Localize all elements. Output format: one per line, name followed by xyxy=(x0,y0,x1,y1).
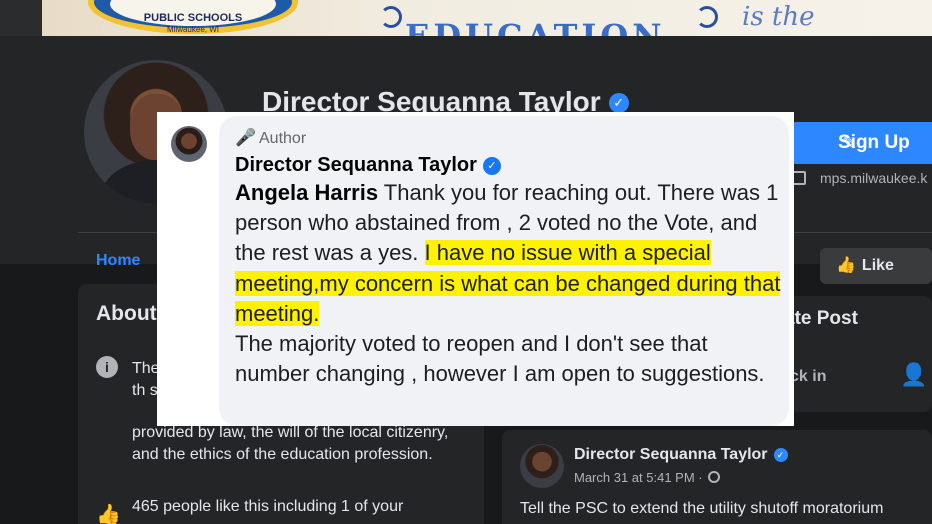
school-logo-text: PUBLIC SCHOOLS xyxy=(143,12,243,24)
swirl-icon xyxy=(380,6,402,28)
author-tag: 🎤 Author xyxy=(235,128,306,148)
website-url: mps.milwaukee.k xyxy=(820,170,928,186)
verified-badge-icon: ✓ xyxy=(773,448,788,462)
cover-banner-word: EDUCATION xyxy=(405,17,666,36)
like-page-button[interactable]: 👍 Like xyxy=(820,248,932,284)
post-author-name: Director Sequanna Taylor xyxy=(574,446,768,463)
cover-photo: PUBLIC SCHOOLS Milwaukee, WI EDUCATION i… xyxy=(0,0,932,36)
sign-up-button[interactable]: ✎ Sign Up xyxy=(790,122,932,164)
comment-bubble: 🎤 Author Director Sequanna Taylor ✓ Angela… xyxy=(219,116,789,426)
likes-count[interactable]: 465 people like this including 1 of your xyxy=(132,498,403,516)
post-time-text: March 31 at 5:41 PM · xyxy=(574,470,703,485)
comment-author: Director Sequanna Taylor ✓ xyxy=(235,154,501,177)
school-logo-inner: PUBLIC SCHOOLS Milwaukee, WI xyxy=(110,0,276,34)
website-link[interactable]: mps.milwaukee.k xyxy=(792,170,927,186)
globe-icon xyxy=(708,471,721,483)
pencil-icon: ✎ xyxy=(842,133,858,153)
check-in-button[interactable]: ck in xyxy=(790,368,826,386)
verified-badge-icon: ✓ xyxy=(482,157,501,175)
school-logo: PUBLIC SCHOOLS Milwaukee, WI xyxy=(88,0,298,34)
author-tag-label: Author xyxy=(259,130,307,147)
thumbs-up-icon: 👍 xyxy=(836,257,856,274)
avatar xyxy=(171,126,207,162)
comment-author-name: Director Sequanna Taylor xyxy=(235,154,477,176)
mention: Angela Harris xyxy=(235,180,379,205)
comment-screenshot: 🎤 Author Director Sequanna Taylor ✓ Angela… xyxy=(157,112,794,426)
post-timestamp[interactable]: March 31 at 5:41 PM · xyxy=(574,470,721,485)
about-title: About xyxy=(96,302,157,325)
post-text: Tell the PSC to extend the utility shuto… xyxy=(520,500,884,517)
post-author[interactable]: Director Sequanna Taylor ✓ xyxy=(574,446,788,464)
info-icon: i xyxy=(96,356,118,378)
comment-text-after: The majority voted to reopen and I don't… xyxy=(235,331,765,387)
tab-home-label: Home xyxy=(96,252,141,269)
avatar[interactable] xyxy=(520,444,564,488)
external-link-icon xyxy=(792,171,806,185)
tag-people-icon[interactable]: 👤 xyxy=(900,362,927,388)
post-card: Director Sequanna Taylor ✓ March 31 at 5:… xyxy=(502,430,932,524)
about-description: provided by law, the will of the local c… xyxy=(132,424,449,463)
create-post-title: ate Post xyxy=(784,308,858,329)
comment-text: Angela Harris Thank you for reaching out… xyxy=(235,178,781,389)
microphone-icon: 🎤 xyxy=(235,128,257,147)
verified-badge-icon: ✓ xyxy=(608,93,629,113)
like-label: Like xyxy=(861,257,894,274)
swirl-icon xyxy=(696,6,718,28)
cover-banner-tail: is the xyxy=(742,2,815,32)
thumbs-up-icon: 👍 xyxy=(96,504,121,524)
school-logo-location: Milwaukee, WI xyxy=(166,25,219,34)
